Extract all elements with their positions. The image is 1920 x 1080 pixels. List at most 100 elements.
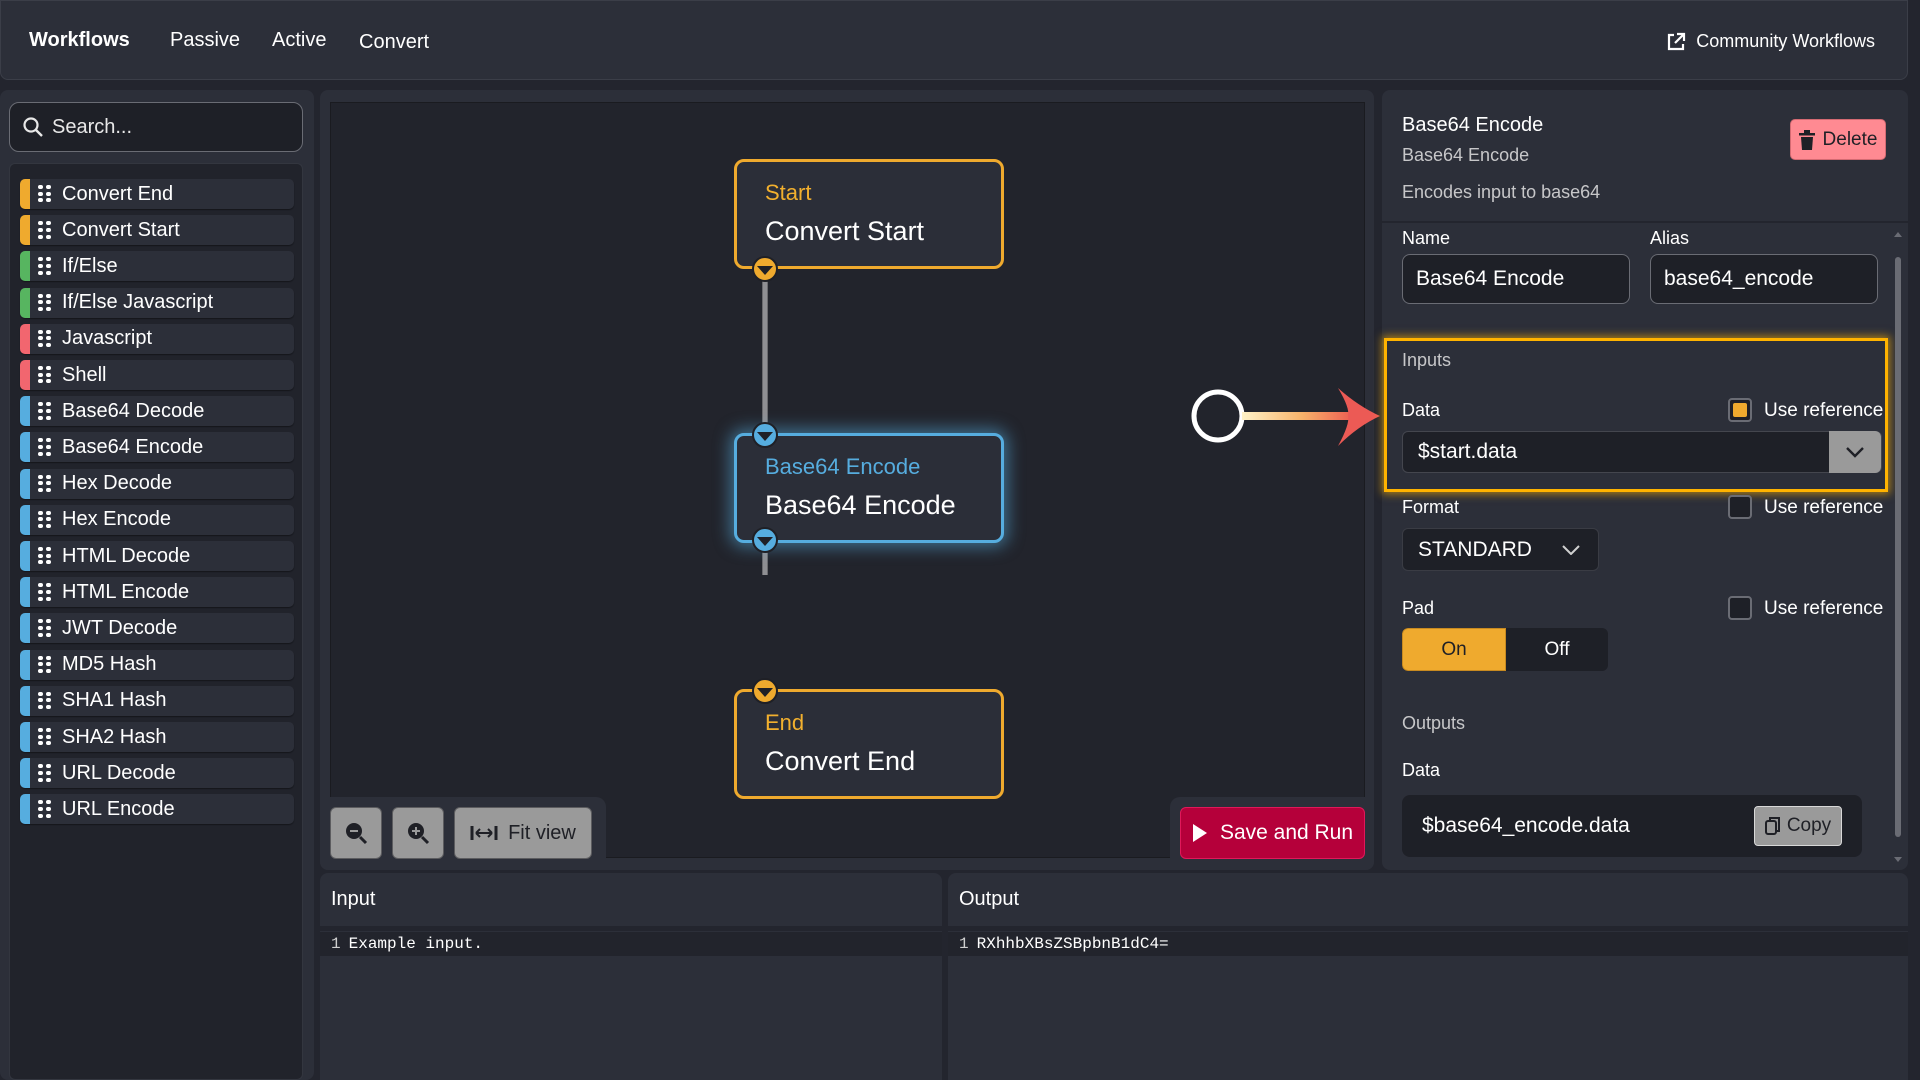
drag-handle-icon[interactable] bbox=[38, 800, 52, 818]
category-color-bar bbox=[20, 613, 30, 644]
node-palette-item[interactable]: If/Else Javascript bbox=[20, 287, 294, 318]
scrollbar-thumb[interactable] bbox=[1895, 257, 1901, 837]
line-number: 1 bbox=[959, 935, 969, 953]
line-text: Example input. bbox=[348, 935, 484, 953]
node-palette-item[interactable]: HTML Encode bbox=[20, 577, 294, 608]
pad-use-reference-checkbox[interactable] bbox=[1728, 596, 1752, 620]
input-editor-line[interactable]: 1 Example input. bbox=[320, 932, 942, 956]
drag-handle-icon[interactable] bbox=[38, 293, 52, 312]
fit-view-label: Fit view bbox=[508, 821, 576, 844]
node-palette-item[interactable]: Shell bbox=[20, 360, 294, 390]
node-end[interactable]: End Convert End bbox=[734, 689, 1004, 799]
drag-handle-icon[interactable] bbox=[38, 366, 52, 384]
copy-button[interactable]: Copy bbox=[1754, 806, 1842, 846]
drag-handle-icon[interactable] bbox=[38, 257, 52, 275]
output-handle-start[interactable] bbox=[752, 256, 778, 282]
node-palette-item[interactable]: Convert Start bbox=[20, 215, 294, 246]
drag-handle-icon[interactable] bbox=[38, 474, 52, 493]
drag-handle-icon[interactable] bbox=[38, 619, 52, 637]
category-color-bar bbox=[20, 794, 30, 825]
node-palette-item[interactable]: Javascript bbox=[20, 323, 294, 354]
nav-tab-passive[interactable]: Passive bbox=[170, 29, 240, 52]
zoom-out-button[interactable] bbox=[330, 807, 382, 859]
node-base64-encode[interactable]: Base64 Encode Base64 Encode bbox=[734, 433, 1004, 543]
node-palette-item[interactable]: URL Decode bbox=[20, 758, 294, 789]
output-panel: Output 1 RXhhbXBsZSBpbnB1dC4= bbox=[948, 873, 1908, 1080]
search-input[interactable] bbox=[52, 115, 292, 139]
alias-input[interactable] bbox=[1650, 254, 1878, 304]
zoom-in-icon bbox=[408, 823, 430, 845]
run-controls: Save and Run bbox=[1170, 797, 1374, 870]
node-palette-item[interactable]: MD5 Hash bbox=[20, 649, 294, 680]
drag-handle-icon[interactable] bbox=[38, 438, 52, 456]
inputs-section-label: Inputs bbox=[1402, 350, 1452, 370]
search-box[interactable] bbox=[9, 102, 303, 152]
drag-handle-icon[interactable] bbox=[38, 764, 52, 782]
fit-view-button[interactable]: Fit view bbox=[454, 807, 592, 859]
node-palette-item-label: Base64 Decode bbox=[62, 399, 205, 422]
node-palette-item[interactable]: Hex Encode bbox=[20, 504, 294, 535]
node-palette-item[interactable]: SHA2 Hash bbox=[20, 722, 294, 752]
pad-off-option[interactable]: Off bbox=[1506, 628, 1608, 671]
drag-handle-icon[interactable] bbox=[38, 402, 52, 420]
node-palette-item[interactable]: HTML Decode bbox=[20, 541, 294, 571]
community-workflows-link[interactable]: Community Workflows bbox=[1666, 31, 1875, 52]
output-data-label: Data bbox=[1402, 760, 1441, 780]
node-palette-item[interactable]: Base64 Decode bbox=[20, 396, 294, 427]
data-reference-select[interactable]: $start.data bbox=[1402, 431, 1882, 473]
pad-on-option[interactable]: On bbox=[1402, 628, 1506, 671]
node-palette-item-label: Hex Encode bbox=[62, 508, 171, 531]
category-color-bar bbox=[20, 215, 30, 246]
node-palette-item[interactable]: Hex Decode bbox=[20, 468, 294, 499]
node-palette-item[interactable]: SHA1 Hash bbox=[20, 685, 294, 716]
save-and-run-button[interactable]: Save and Run bbox=[1180, 807, 1365, 859]
node-palette-item[interactable]: URL Encode bbox=[20, 794, 294, 825]
node-type-label: Base64 Encode bbox=[765, 454, 921, 479]
format-use-reference-label: Use reference bbox=[1764, 497, 1884, 518]
external-link-icon bbox=[1668, 32, 1686, 50]
workflow-canvas[interactable]: Start Convert Start Base64 Encode Base64… bbox=[330, 102, 1365, 858]
input-handle-end[interactable] bbox=[752, 678, 778, 704]
delete-button[interactable]: Delete bbox=[1790, 119, 1886, 160]
output-editor-line[interactable]: 1 RXhhbXBsZSBpbnB1dC4= bbox=[948, 932, 1908, 956]
format-select[interactable]: STANDARD bbox=[1402, 528, 1599, 571]
format-use-reference-checkbox[interactable] bbox=[1728, 495, 1752, 519]
input-handle-base64-encode[interactable] bbox=[752, 422, 778, 448]
name-input[interactable] bbox=[1402, 254, 1630, 304]
zoom-in-button[interactable] bbox=[392, 807, 444, 859]
category-color-bar bbox=[20, 396, 30, 427]
output-reference-value: $base64_encode.data bbox=[1422, 814, 1630, 837]
drag-handle-icon[interactable] bbox=[38, 655, 52, 674]
node-start[interactable]: Start Convert Start bbox=[734, 159, 1004, 269]
node-title: Convert End bbox=[765, 746, 916, 776]
nav-brand-workflows[interactable]: Workflows bbox=[29, 29, 130, 52]
output-reference-box: $base64_encode.data Copy bbox=[1402, 795, 1862, 857]
node-title: Convert Start bbox=[765, 216, 925, 246]
drag-handle-icon[interactable] bbox=[38, 329, 52, 348]
alias-label: Alias bbox=[1650, 228, 1690, 248]
data-use-reference-checkbox[interactable] bbox=[1728, 398, 1752, 422]
category-color-bar bbox=[20, 722, 30, 752]
category-color-bar bbox=[20, 179, 30, 209]
outputs-section-label: Outputs bbox=[1402, 713, 1466, 733]
node-palette-item-label: SHA1 Hash bbox=[62, 689, 167, 712]
drag-handle-icon[interactable] bbox=[38, 583, 52, 601]
drag-handle-icon[interactable] bbox=[38, 185, 52, 203]
edge-start-to-base64[interactable] bbox=[762, 270, 768, 426]
nav-tab-convert[interactable]: Convert bbox=[359, 31, 429, 54]
chevron-down-icon[interactable] bbox=[1829, 431, 1881, 473]
drag-handle-icon[interactable] bbox=[38, 547, 52, 565]
drag-handle-icon[interactable] bbox=[38, 510, 52, 529]
node-palette-item[interactable]: Base64 Encode bbox=[20, 432, 294, 463]
node-palette-item[interactable]: JWT Decode bbox=[20, 613, 294, 644]
properties-scrollbar[interactable] bbox=[1894, 232, 1902, 862]
drag-handle-icon[interactable] bbox=[38, 728, 52, 746]
node-palette-item[interactable]: If/Else bbox=[20, 251, 294, 282]
nav-tab-active[interactable]: Active bbox=[272, 29, 326, 52]
drag-handle-icon[interactable] bbox=[38, 221, 52, 239]
scroll-up-icon[interactable] bbox=[1894, 232, 1902, 237]
output-handle-base64-encode[interactable] bbox=[752, 527, 778, 553]
drag-handle-icon[interactable] bbox=[38, 691, 52, 710]
node-palette-item[interactable]: Convert End bbox=[20, 179, 294, 209]
scroll-down-icon[interactable] bbox=[1894, 857, 1902, 862]
